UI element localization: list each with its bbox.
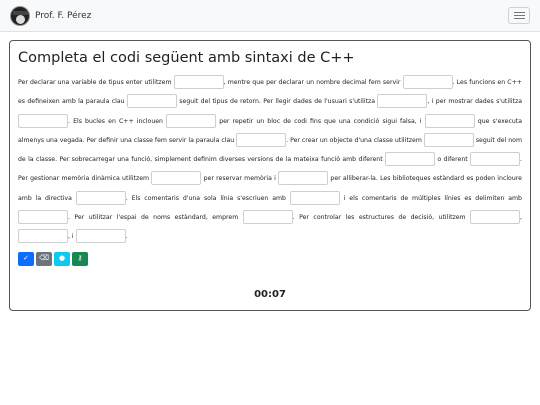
- blank-input-10[interactable]: [385, 152, 435, 167]
- text-segment: , i per mostrar dades s'utilitza: [427, 98, 522, 106]
- professor-avatar-icon: [10, 5, 30, 26]
- blank-input-8[interactable]: [236, 132, 287, 147]
- text-segment: per repetir un bloc de codi fins que una…: [216, 117, 425, 125]
- eraser-icon: ⌫: [39, 254, 49, 263]
- timer: 00:07: [254, 289, 286, 300]
- exercise-toolbar: ✓ ⌫ ● ⚷: [18, 251, 522, 266]
- blank-input-16[interactable]: [18, 210, 68, 225]
- exercise-title: Completa el codi següent amb sintaxi de …: [18, 50, 355, 66]
- key-icon: ⚷: [77, 254, 83, 263]
- blank-input-7[interactable]: [424, 113, 475, 128]
- text-segment: . Per controlar les estructures de decis…: [292, 214, 471, 222]
- fill-in-text: Per declarar una variable de tipus enter…: [18, 73, 522, 247]
- blank-input-3[interactable]: [126, 94, 177, 109]
- hint-button[interactable]: ●: [54, 251, 70, 266]
- navbar: Prof. F. Pérez: [0, 0, 540, 32]
- lightbulb-icon: ●: [58, 254, 66, 263]
- check-icon: ✓: [23, 254, 29, 263]
- blank-input-2[interactable]: [402, 75, 453, 89]
- blank-input-14[interactable]: [75, 190, 126, 205]
- text-segment: , mentre que per declarar un nombre deci…: [223, 79, 403, 86]
- text-segment: . Els bucles en C++ inclouen: [68, 117, 167, 125]
- text-segment: i els comentaris de múltiples línies es …: [339, 194, 522, 202]
- brand[interactable]: Prof. F. Pérez: [10, 5, 91, 26]
- text-segment: seguit del tipus de retorn. Per llegir d…: [176, 98, 378, 106]
- text-segment: o diferent: [435, 156, 471, 164]
- blank-input-20[interactable]: [75, 229, 126, 244]
- blank-input-9[interactable]: [423, 132, 474, 147]
- blank-input-4[interactable]: [377, 94, 428, 109]
- blank-input-17[interactable]: [242, 210, 293, 225]
- text-segment: . Els comentaris d'una sola línia s'escr…: [125, 194, 290, 202]
- brand-name[interactable]: Prof. F. Pérez: [35, 11, 91, 21]
- text-segment: . Per crear un objecte d'una classe util…: [286, 136, 424, 144]
- blank-input-18[interactable]: [470, 210, 521, 225]
- blank-input-11[interactable]: [470, 152, 521, 167]
- check-button[interactable]: ✓: [18, 251, 34, 266]
- clear-button[interactable]: ⌫: [36, 251, 52, 266]
- text-segment: Per declarar una variable de tipus enter…: [18, 79, 174, 86]
- text-segment: .: [125, 233, 128, 241]
- hamburger-menu-icon[interactable]: [508, 7, 530, 24]
- blank-input-15[interactable]: [289, 190, 340, 205]
- blank-input-6[interactable]: [166, 113, 217, 128]
- blank-input-13[interactable]: [278, 171, 329, 186]
- text-segment: , i: [68, 233, 76, 241]
- text-segment: ,: [520, 214, 522, 222]
- text-segment: . Per utilitzar l'espai de noms estàndar…: [68, 214, 243, 222]
- blank-input-5[interactable]: [18, 113, 68, 128]
- text-segment: per reservar memòria i: [201, 175, 279, 183]
- blank-input-1[interactable]: [173, 75, 224, 89]
- blank-input-12[interactable]: [151, 171, 202, 186]
- blank-input-19[interactable]: [18, 229, 68, 244]
- exercise-card: Completa el codi següent amb sintaxi de …: [9, 40, 531, 311]
- solution-button[interactable]: ⚷: [72, 251, 88, 266]
